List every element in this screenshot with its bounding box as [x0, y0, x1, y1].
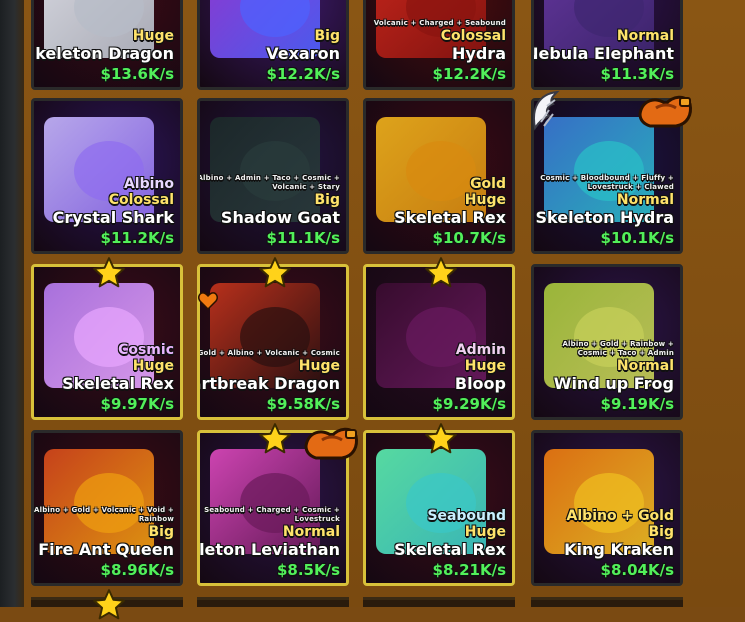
variant-label: Gold	[470, 176, 506, 192]
mutation-list-line2: Volcanic + Stary	[272, 183, 340, 191]
rarity-label: Huge	[298, 358, 340, 374]
mutation-list-line2: Lovestruck	[294, 515, 340, 523]
mutation-list: Albino + Admin + Taco + Cosmic +	[197, 174, 340, 182]
income-rate: $10.7K/s	[432, 229, 506, 247]
mutation-list: Albino + Gold + Volcanic + Void +	[33, 506, 174, 514]
pet-card[interactable]: $10.7K/s Skeletal Rex Huge Gold	[363, 98, 515, 254]
pet-name: Heartbreak Dragon	[200, 374, 340, 393]
rarity-label: Colossal	[108, 192, 174, 208]
pet-name: Vexaron	[266, 44, 340, 63]
pet-card[interactable]: $9.19K/s Wind up Frog Normal Cosmic + Taco …	[531, 264, 683, 420]
pet-name: Skeletal Rex	[394, 540, 506, 559]
pet-name: Wind up Frog	[553, 374, 674, 393]
pet-name: King Kraken	[564, 540, 674, 559]
pet-name: Hydra	[452, 44, 506, 63]
mutation-list: Volcanic + Charged + Seabound	[373, 19, 506, 27]
mutation-list-line2: Rainbow	[138, 515, 174, 523]
favorite-star-icon[interactable]	[92, 588, 126, 622]
rarity-label: Normal	[282, 524, 340, 540]
income-rate: $8.04K/s	[600, 561, 674, 579]
rarity-label: Huge	[132, 358, 174, 374]
pet-card[interactable]: $8.96K/s Fire Ant Queen Big Rainbow Albino +…	[31, 430, 183, 586]
variant-label: Cosmic	[118, 342, 174, 358]
favorite-star-icon[interactable]	[258, 422, 292, 456]
pet-card[interactable]: $11.2K/s Crystal Shark Colossal Albino	[31, 98, 183, 254]
pet-card[interactable]: $12.2K/s Hydra Colossal Volcanic + Charged …	[363, 0, 515, 90]
income-rate: $9.29K/s	[432, 395, 506, 413]
mutation-list: Gold + Albino + Volcanic + Cosmic	[197, 349, 340, 357]
pet-name: Shadow Goat	[220, 208, 340, 227]
rarity-label: Huge	[464, 524, 506, 540]
rarity-label: Colossal	[440, 28, 506, 44]
variant-label: Albino	[123, 176, 174, 192]
mutation-list-line2: Cosmic + Taco + Admin	[577, 349, 674, 357]
pet-card[interactable]: $12.2K/s Vexaron Big	[197, 0, 349, 90]
mutation-list: Seabound + Charged + Cosmic +	[204, 506, 340, 514]
rarity-label: Big	[648, 524, 675, 540]
pet-name: Crystal Shark	[52, 208, 174, 227]
pet-card-partial[interactable]	[197, 597, 349, 607]
pet-card-partial[interactable]	[363, 597, 515, 607]
income-rate: $11.1K/s	[266, 229, 340, 247]
pet-name: Skeleton Dragon	[31, 44, 174, 63]
pet-card[interactable]: $13.6K/s Skeleton Dragon Huge	[31, 0, 183, 90]
variant-label: Admin	[455, 342, 506, 358]
pet-card-partial[interactable]	[531, 597, 683, 607]
rarity-label: Huge	[464, 358, 506, 374]
pet-name: Nebula Elephant	[531, 44, 674, 63]
rarity-label: Big	[314, 192, 341, 208]
pet-art-detail-icon	[240, 141, 310, 201]
favorite-star-icon[interactable]	[424, 256, 458, 290]
mutation-list: Cosmic + Bloodbound + Fluffy +	[540, 174, 674, 182]
income-rate: $9.19K/s	[600, 395, 674, 413]
favorite-star-icon[interactable]	[92, 256, 126, 290]
pet-name: Skeletal Rex	[394, 208, 506, 227]
rarity-label: Normal	[616, 28, 674, 44]
income-rate: $12.2K/s	[266, 65, 340, 83]
variant-label: Seabound	[427, 508, 506, 524]
mutation-list: Albino + Gold + Rainbow +	[562, 340, 674, 348]
rarity-label: Big	[314, 28, 341, 44]
pet-art-detail-icon	[74, 473, 144, 533]
saddle-icon	[302, 422, 360, 466]
income-rate: $10.1K/s	[600, 229, 674, 247]
variant-label: Albino + Gold	[566, 508, 674, 524]
income-rate: $11.2K/s	[100, 229, 174, 247]
wing-icon	[527, 88, 567, 136]
income-rate: $13.6K/s	[100, 65, 174, 83]
rarity-label: Big	[148, 524, 175, 540]
favorite-star-icon[interactable]	[258, 256, 292, 290]
income-rate: $12.2K/s	[432, 65, 506, 83]
pet-art-detail-icon	[574, 473, 644, 533]
income-rate: $11.3K/s	[600, 65, 674, 83]
pet-name: Skeletal Rex	[62, 374, 174, 393]
favorite-star-icon[interactable]	[424, 422, 458, 456]
pet-name: Skeleton Hydra	[535, 208, 674, 227]
heart-icon	[198, 292, 218, 311]
saddle-icon	[636, 90, 694, 134]
rarity-label: Normal	[616, 358, 674, 374]
income-rate: $9.97K/s	[100, 395, 174, 413]
rarity-label: Huge	[132, 28, 174, 44]
income-rate: $8.5K/s	[276, 561, 340, 579]
income-rate: $8.96K/s	[100, 561, 174, 579]
mutation-list-line2: Lovestruck + Clawed	[587, 183, 674, 191]
pet-name: Bloop	[454, 374, 506, 393]
income-rate: $8.21K/s	[432, 561, 506, 579]
pet-name: Fire Ant Queen	[38, 540, 174, 559]
pet-card[interactable]: $11.3K/s Nebula Elephant Normal	[531, 0, 683, 90]
pet-card[interactable]: $11.1K/s Shadow Goat Big Volcanic + Stary Al…	[197, 98, 349, 254]
income-rate: $9.58K/s	[266, 395, 340, 413]
pet-card[interactable]: $8.04K/s King Kraken Big Albino + Gold	[531, 430, 683, 586]
left-sidebar-edge	[0, 0, 24, 607]
pet-name: Skeleton Leviathan	[199, 540, 340, 559]
rarity-label: Normal	[616, 192, 674, 208]
rarity-label: Huge	[464, 192, 506, 208]
